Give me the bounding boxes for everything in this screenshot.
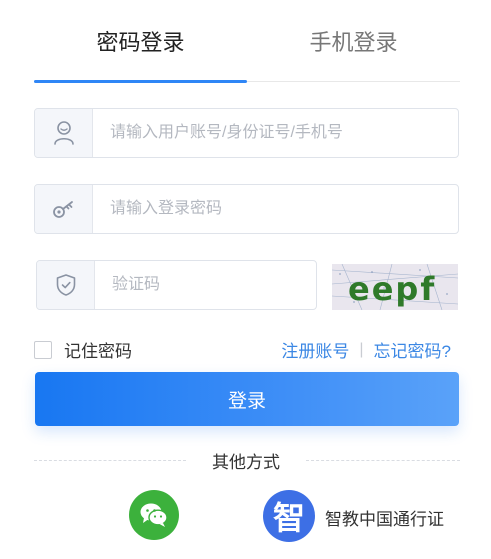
- divider-left: [34, 460, 186, 461]
- link-separator: |: [359, 340, 364, 358]
- captcha-field: [36, 260, 317, 310]
- other-methods-title: 其他方式: [212, 453, 280, 472]
- divider-right: [306, 460, 460, 461]
- user-icon: [35, 109, 93, 157]
- wechat-login-button[interactable]: [129, 490, 179, 540]
- login-button[interactable]: 登录: [35, 372, 459, 426]
- register-link[interactable]: 注册账号: [281, 337, 349, 362]
- tab-password-login[interactable]: 密码登录: [34, 26, 247, 60]
- password-input[interactable]: [93, 185, 458, 233]
- username-input[interactable]: [93, 109, 458, 157]
- username-field: [34, 108, 459, 158]
- wechat-icon: [140, 503, 168, 527]
- captcha-image[interactable]: eepf: [332, 264, 458, 310]
- shield-icon: [37, 261, 95, 309]
- zhijiao-passport-link[interactable]: 智教中国通行证: [325, 505, 444, 530]
- remember-password[interactable]: 记住密码: [34, 337, 132, 362]
- tab-phone-login[interactable]: 手机登录: [247, 26, 460, 60]
- captcha-input[interactable]: [95, 261, 316, 309]
- remember-label: 记住密码: [64, 342, 132, 361]
- captcha-text: eepf: [348, 270, 436, 308]
- key-icon: [35, 185, 93, 233]
- login-tabs: 密码登录 手机登录: [34, 0, 460, 83]
- remember-checkbox[interactable]: [34, 340, 52, 359]
- zhijiao-logo-icon[interactable]: 智: [263, 490, 315, 542]
- account-links: 注册账号 | 忘记密码?: [281, 337, 451, 362]
- active-tab-indicator: [34, 80, 247, 83]
- password-field: [34, 184, 459, 234]
- zhijiao-glyph: 智: [272, 499, 305, 537]
- forgot-password-link[interactable]: 忘记密码?: [374, 337, 451, 362]
